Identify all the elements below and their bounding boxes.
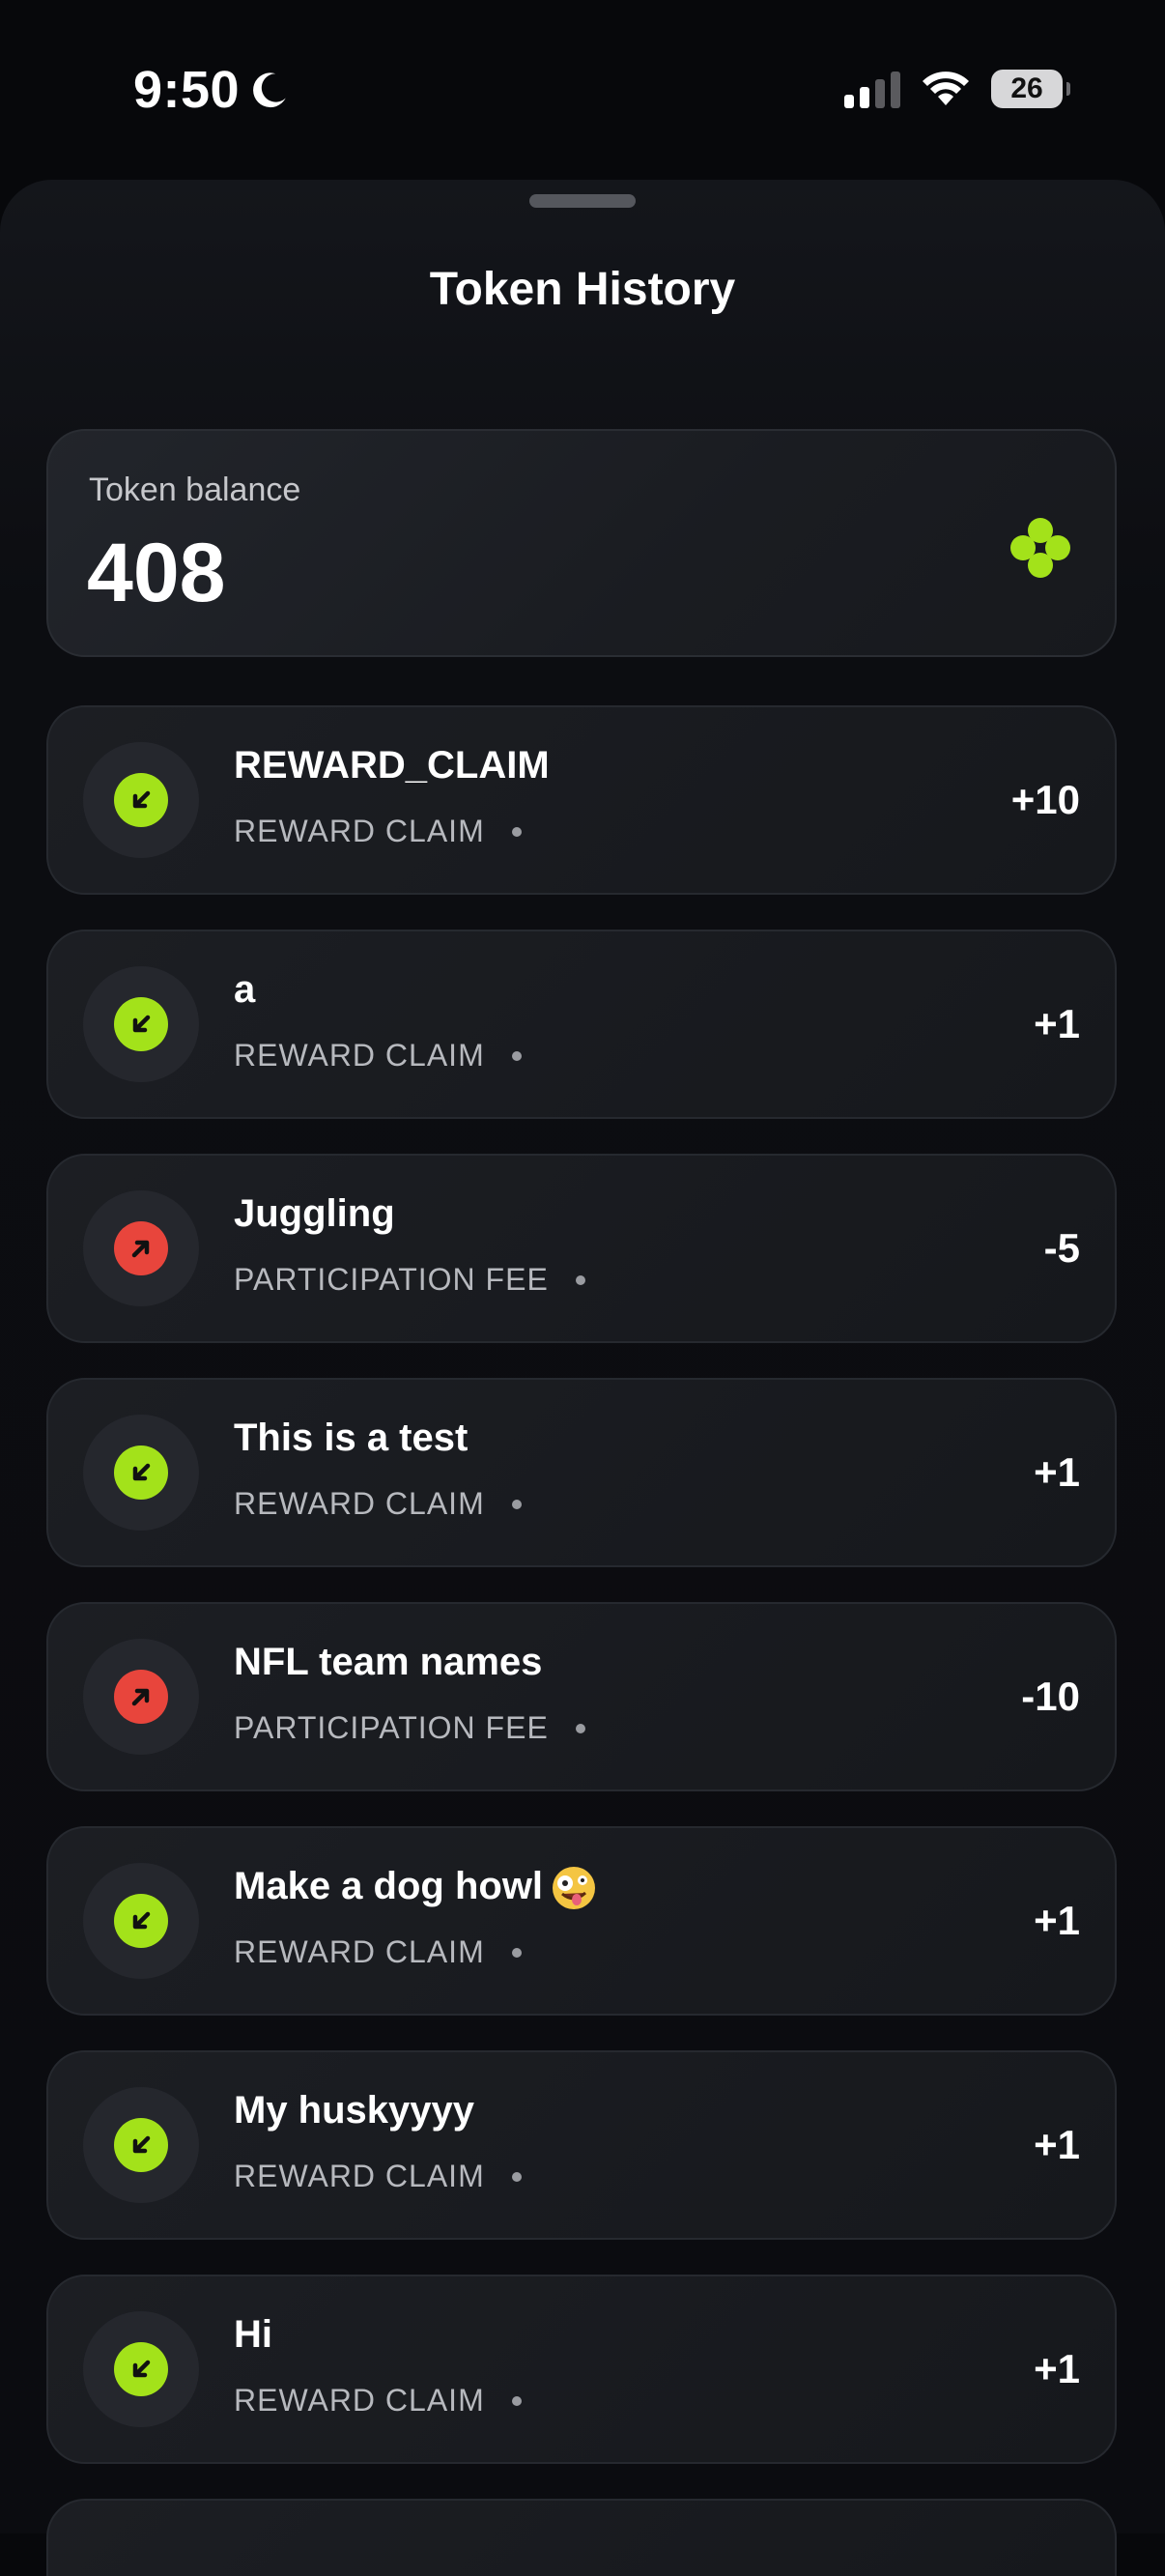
transaction-icon-wrap bbox=[83, 1415, 199, 1531]
status-time: 9:50 bbox=[133, 60, 290, 120]
transaction-title-text: Juggling bbox=[234, 1192, 395, 1235]
separator-dot bbox=[511, 2395, 522, 2406]
transaction-subtitle: REWARD CLAIM bbox=[234, 2383, 522, 2419]
transaction-amount: +1 bbox=[1034, 1898, 1080, 1943]
transaction-amount: -10 bbox=[1021, 1674, 1080, 1719]
battery-level: 26 bbox=[1010, 72, 1043, 104]
token-balance-card: Token balance 408 bbox=[46, 429, 1117, 657]
token-history-sheet: Token History Token balance 408 REWARD_C… bbox=[0, 180, 1165, 2533]
arrow-down-left-icon bbox=[114, 2342, 168, 2396]
transaction-subtitle: PARTICIPATION FEE bbox=[234, 1262, 585, 1298]
separator-dot bbox=[511, 1499, 522, 1509]
transaction-subtitle: REWARD CLAIM bbox=[234, 1038, 522, 1073]
transaction-title: Hi bbox=[234, 2313, 272, 2357]
transaction-subtitle: REWARD CLAIM bbox=[234, 1486, 522, 1522]
transaction-subtitle: REWARD CLAIM bbox=[234, 2159, 522, 2194]
separator-dot bbox=[575, 1274, 585, 1285]
arrow-down-left-icon bbox=[114, 997, 168, 1051]
transaction-card-7[interactable]: Hi REWARD CLAIM +1 bbox=[46, 2275, 1117, 2464]
transaction-subtitle: REWARD CLAIM bbox=[234, 1934, 522, 1970]
transaction-list: REWARD_CLAIM REWARD CLAIM +10 a REWARD C… bbox=[46, 705, 1117, 2499]
cellular-signal-icon bbox=[844, 70, 900, 108]
transaction-card-2[interactable]: Juggling PARTICIPATION FEE -5 bbox=[46, 1154, 1117, 1343]
arrow-up-right-icon bbox=[114, 1670, 168, 1724]
transaction-card-4[interactable]: NFL team names PARTICIPATION FEE -10 bbox=[46, 1602, 1117, 1791]
wifi-icon bbox=[923, 72, 969, 105]
moon-icon bbox=[253, 72, 286, 108]
transaction-type: REWARD CLAIM bbox=[234, 1934, 485, 1969]
transaction-subtitle: REWARD CLAIM bbox=[234, 814, 522, 849]
transaction-title-text: NFL team names bbox=[234, 1641, 543, 1683]
status-bar: 9:50 26 bbox=[0, 0, 1165, 184]
separator-dot bbox=[511, 826, 522, 837]
transaction-amount: -5 bbox=[1043, 1225, 1080, 1271]
transaction-amount: +1 bbox=[1034, 1001, 1080, 1046]
transaction-icon-wrap bbox=[83, 742, 199, 858]
separator-dot bbox=[511, 1947, 522, 1958]
arrow-down-left-icon bbox=[114, 2118, 168, 2172]
transaction-card-0[interactable]: REWARD_CLAIM REWARD CLAIM +10 bbox=[46, 705, 1117, 895]
transaction-title-text: Hi bbox=[234, 2313, 272, 2356]
transaction-icon-wrap bbox=[83, 1639, 199, 1755]
token-icon bbox=[1010, 518, 1070, 578]
transaction-card-1[interactable]: a REWARD CLAIM +1 bbox=[46, 930, 1117, 1119]
transaction-title-text: a bbox=[234, 968, 256, 1011]
transaction-title-text: Make a dog howl bbox=[234, 1865, 544, 1907]
arrow-down-left-icon bbox=[114, 1894, 168, 1948]
status-indicators: 26 bbox=[844, 70, 1070, 108]
arrow-down-left-icon bbox=[114, 773, 168, 827]
transaction-type: PARTICIPATION FEE bbox=[234, 1710, 549, 1745]
transaction-card-3[interactable]: This is a test REWARD CLAIM +1 bbox=[46, 1378, 1117, 1567]
transaction-type: PARTICIPATION FEE bbox=[234, 1262, 549, 1297]
sheet-title: Token History bbox=[429, 264, 736, 315]
transaction-type: REWARD CLAIM bbox=[234, 2159, 485, 2193]
transaction-title: REWARD_CLAIM bbox=[234, 744, 550, 787]
transaction-title: This is a test bbox=[234, 1417, 468, 1460]
separator-dot bbox=[575, 1723, 585, 1733]
arrow-up-right-icon bbox=[114, 1221, 168, 1275]
transaction-title-text: REWARD_CLAIM bbox=[234, 744, 550, 787]
transaction-icon-wrap bbox=[83, 2087, 199, 2203]
transaction-card-6[interactable]: My huskyyyy REWARD CLAIM +1 bbox=[46, 2050, 1117, 2240]
transaction-amount: +10 bbox=[1010, 777, 1080, 822]
separator-dot bbox=[511, 1050, 522, 1061]
battery-icon: 26 bbox=[991, 70, 1070, 108]
transaction-title-text: This is a test bbox=[234, 1417, 469, 1459]
balance-label: Token balance bbox=[89, 472, 301, 508]
transaction-icon-wrap bbox=[83, 1190, 199, 1306]
transaction-card-partial[interactable] bbox=[46, 2499, 1117, 2576]
transaction-icon-wrap bbox=[83, 1863, 199, 1979]
transaction-title: My huskyyyy bbox=[234, 2089, 474, 2132]
transaction-amount: +1 bbox=[1034, 2122, 1080, 2167]
transaction-title: a bbox=[234, 968, 255, 1012]
transaction-type: REWARD CLAIM bbox=[234, 1486, 485, 1521]
transaction-card-5[interactable]: Make a dog howl REWARD CLAIM +1 bbox=[46, 1826, 1117, 2016]
balance-value: 408 bbox=[87, 527, 226, 619]
transaction-type: REWARD CLAIM bbox=[234, 2383, 485, 2418]
transaction-icon-wrap bbox=[83, 2311, 199, 2427]
separator-dot bbox=[511, 2171, 522, 2182]
transaction-amount: +1 bbox=[1034, 1449, 1080, 1495]
sheet-grabber[interactable] bbox=[529, 194, 636, 208]
transaction-title: Make a dog howl bbox=[234, 1865, 597, 1911]
transaction-title: NFL team names bbox=[234, 1641, 542, 1684]
transaction-icon-wrap bbox=[83, 966, 199, 1082]
arrow-down-left-icon bbox=[114, 1445, 168, 1500]
zany-face-emoji bbox=[553, 1867, 596, 1910]
status-time-text: 9:50 bbox=[133, 61, 241, 119]
transaction-title-text: My huskyyyy bbox=[234, 2089, 475, 2132]
transaction-title: Juggling bbox=[234, 1192, 395, 1236]
transaction-amount: +1 bbox=[1034, 2346, 1080, 2391]
transaction-type: REWARD CLAIM bbox=[234, 814, 485, 848]
transaction-type: REWARD CLAIM bbox=[234, 1038, 485, 1073]
transaction-subtitle: PARTICIPATION FEE bbox=[234, 1710, 585, 1746]
